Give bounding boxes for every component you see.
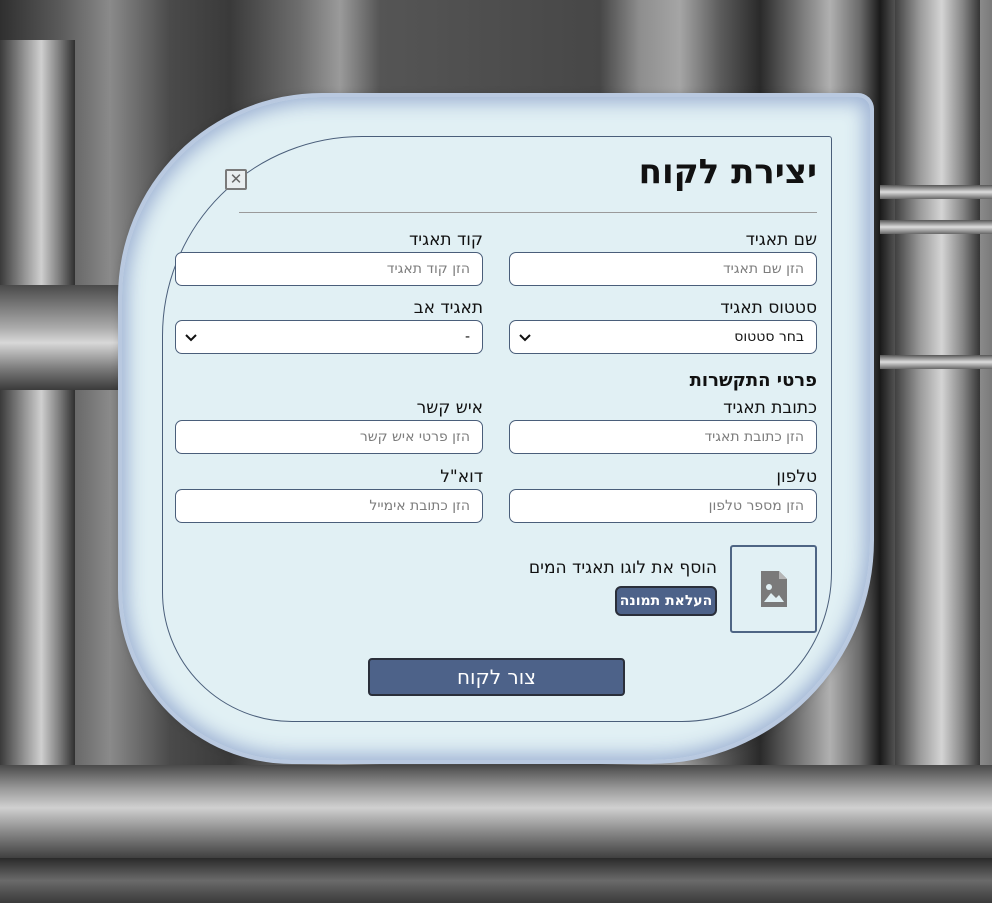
dialog-title: יצירת לקוח bbox=[638, 152, 817, 192]
background-pipe-ring bbox=[880, 220, 992, 234]
logo-instruction-text: הוסף את לוגו תאגיד המים bbox=[528, 558, 717, 578]
contact-section-title: פרטי התקשרות bbox=[689, 370, 817, 391]
title-divider bbox=[239, 212, 817, 213]
corp-name-input[interactable] bbox=[509, 252, 817, 286]
address-label: כתובת תאגיד bbox=[723, 398, 817, 418]
corp-name-label: שם תאגיד bbox=[745, 230, 817, 250]
chevron-down-icon bbox=[519, 334, 531, 342]
background-pipe bbox=[0, 40, 75, 780]
parent-corp-label: תאגיד אב bbox=[413, 298, 483, 318]
image-file-icon bbox=[760, 571, 787, 607]
create-client-button[interactable]: צור לקוח bbox=[368, 658, 625, 696]
contact-person-label: איש קשר bbox=[416, 398, 483, 418]
background-pipe-ring bbox=[880, 355, 992, 369]
parent-corp-select[interactable]: - bbox=[175, 320, 483, 354]
upload-image-button[interactable]: העלאת תמונה bbox=[615, 586, 717, 616]
email-label: דוא"ל bbox=[440, 467, 483, 487]
corp-status-select[interactable]: בחר סטטוס bbox=[509, 320, 817, 354]
phone-input[interactable] bbox=[509, 489, 817, 523]
chevron-down-icon bbox=[185, 334, 197, 342]
background-pipe bbox=[895, 0, 980, 770]
corp-status-label: סטטוס תאגיד bbox=[720, 298, 817, 318]
corp-code-label: קוד תאגיד bbox=[408, 230, 483, 250]
background-pipe bbox=[0, 858, 992, 903]
corp-status-value: בחר סטטוס bbox=[734, 329, 804, 345]
background-pipe bbox=[0, 765, 992, 860]
contact-person-input[interactable] bbox=[175, 420, 483, 454]
phone-label: טלפון bbox=[776, 467, 817, 487]
email-input[interactable] bbox=[175, 489, 483, 523]
corp-code-input[interactable] bbox=[175, 252, 483, 286]
parent-corp-value: - bbox=[464, 329, 470, 345]
close-button[interactable]: ✕ bbox=[225, 169, 247, 190]
address-input[interactable] bbox=[509, 420, 817, 454]
logo-preview bbox=[730, 545, 817, 633]
background-pipe-ring bbox=[880, 185, 992, 199]
close-icon: ✕ bbox=[229, 170, 243, 188]
